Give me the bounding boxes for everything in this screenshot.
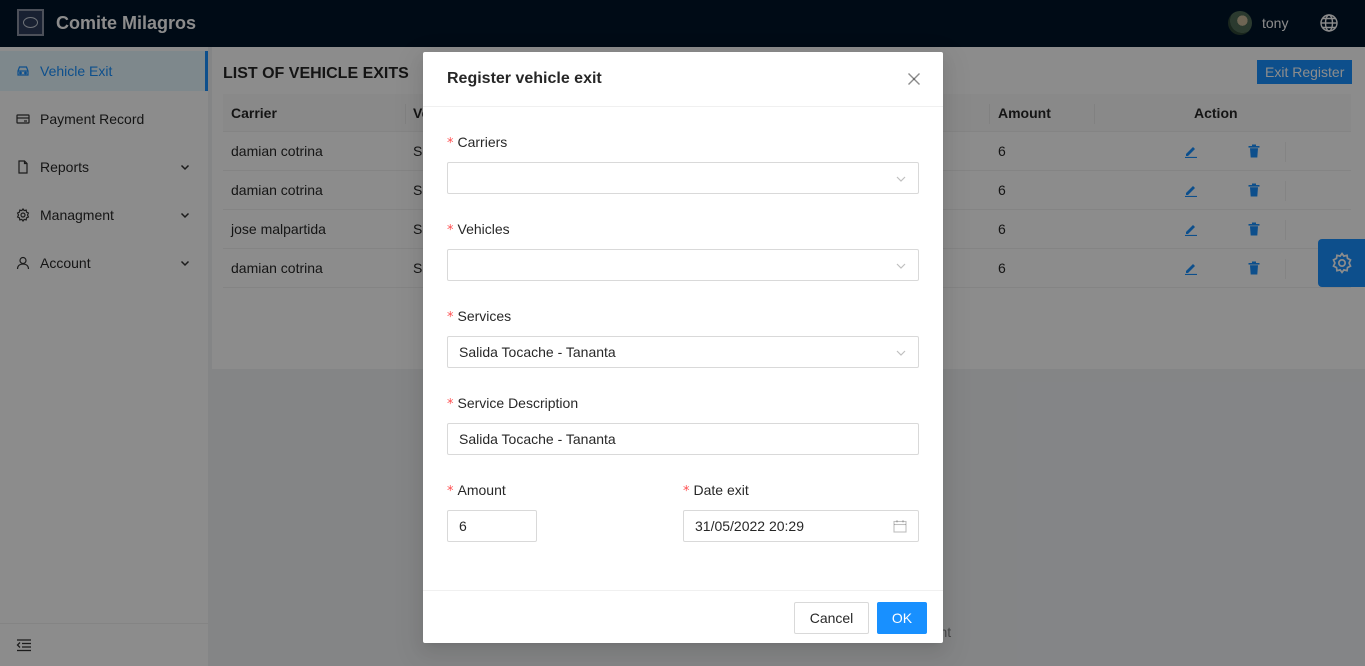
services-select[interactable]: Salida Tocache - Tananta <box>447 336 919 368</box>
carriers-select[interactable] <box>447 162 919 194</box>
required-mark: * <box>447 397 454 412</box>
services-label: * Services <box>447 308 511 325</box>
service-description-label: * Service Description <box>447 395 578 412</box>
chevron-down-icon <box>896 176 906 182</box>
close-icon[interactable] <box>907 72 921 86</box>
services-label-text: Services <box>457 308 512 324</box>
calendar-icon <box>893 520 907 533</box>
register-vehicle-exit-modal: Register vehicle exit * Carriers * Vehicle… <box>423 52 943 643</box>
chevron-down-icon <box>896 350 906 356</box>
modal-header: Register vehicle exit <box>423 52 943 107</box>
date-exit-label: * Date exit <box>683 482 749 499</box>
services-value: Salida Tocache - Tananta <box>459 344 616 360</box>
cancel-button[interactable]: Cancel <box>794 602 869 634</box>
service-description-input[interactable]: Salida Tocache - Tananta <box>447 423 919 455</box>
chevron-down-icon <box>896 263 906 269</box>
date-exit-label-text: Date exit <box>693 482 749 498</box>
amount-label-text: Amount <box>457 482 506 498</box>
carriers-label-text: Carriers <box>457 134 508 150</box>
service-description-label-text: Service Description <box>457 395 579 411</box>
ok-button[interactable]: OK <box>877 602 927 634</box>
date-exit-value: 31/05/2022 20:29 <box>695 518 804 534</box>
carriers-label: * Carriers <box>447 134 507 151</box>
amount-value: 6 <box>459 518 467 534</box>
modal-footer: Cancel OK <box>423 590 943 643</box>
vehicles-select[interactable] <box>447 249 919 281</box>
required-mark: * <box>683 484 690 499</box>
vehicles-label-text: Vehicles <box>457 221 510 237</box>
required-mark: * <box>447 310 454 325</box>
date-exit-picker[interactable]: 31/05/2022 20:29 <box>683 510 919 542</box>
modal-title: Register vehicle exit <box>447 70 602 87</box>
amount-input[interactable]: 6 <box>447 510 537 542</box>
required-mark: * <box>447 484 454 499</box>
required-mark: * <box>447 136 454 151</box>
amount-label: * Amount <box>447 482 506 499</box>
required-mark: * <box>447 223 454 238</box>
vehicles-label: * Vehicles <box>447 221 510 238</box>
service-description-value: Salida Tocache - Tananta <box>459 431 616 447</box>
